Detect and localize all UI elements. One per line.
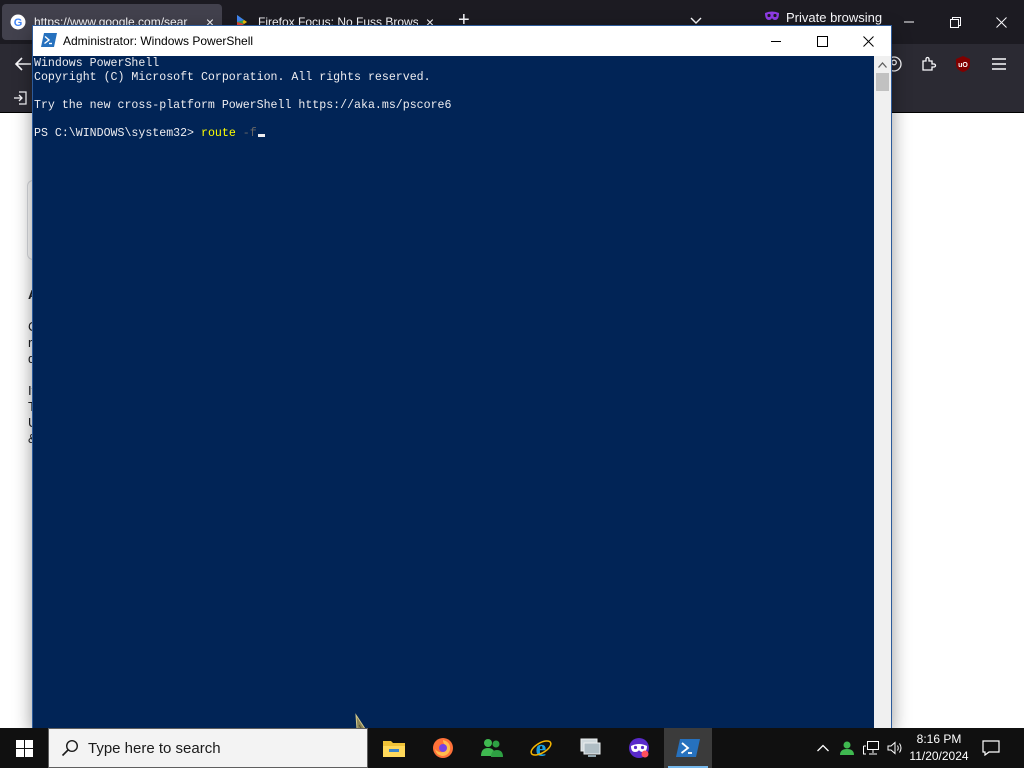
folder-icon xyxy=(383,741,405,757)
console-line: Copyright (C) Microsoft Corporation. All… xyxy=(34,71,431,84)
back-button[interactable] xyxy=(12,54,34,74)
taskbar-people[interactable] xyxy=(468,728,516,768)
network-icon xyxy=(863,741,879,755)
private-browsing-label: Private browsing xyxy=(786,10,883,25)
clock-time: 8:16 PM xyxy=(916,732,962,746)
show-hidden-icons-button[interactable] xyxy=(812,728,834,768)
prompt: PS C:\WINDOWS\system32> xyxy=(34,127,201,140)
private-mask-icon xyxy=(764,10,780,25)
ublock-origin-button[interactable]: uO xyxy=(954,55,972,73)
people-icon xyxy=(481,739,503,757)
notification-icon xyxy=(982,740,1000,756)
taskbar-file-explorer[interactable] xyxy=(370,728,418,768)
command-line[interactable]: PS C:\WINDOWS\system32> route -f xyxy=(34,127,265,141)
scroll-thumb[interactable] xyxy=(876,73,889,91)
parameter-text: -f xyxy=(242,127,257,140)
firefox-private-icon xyxy=(629,738,649,758)
search-icon xyxy=(61,739,79,757)
tray-network[interactable] xyxy=(860,728,882,768)
svg-text:uO: uO xyxy=(958,62,968,69)
taskbar-search-box[interactable]: Type here to search xyxy=(48,728,368,768)
vertical-scrollbar[interactable] xyxy=(874,56,891,728)
powershell-window[interactable]: Administrator: Windows PowerShell Window… xyxy=(33,26,891,728)
speaker-icon xyxy=(887,741,902,755)
taskbar-remote-desktop[interactable] xyxy=(566,728,614,768)
import-icon xyxy=(14,91,27,105)
powershell-icon xyxy=(41,33,57,47)
taskbar-clock[interactable]: 8:16 PM 11/20/2024 xyxy=(906,731,972,765)
minimize-icon xyxy=(904,21,914,23)
close-icon xyxy=(862,35,874,47)
google-icon: G xyxy=(10,14,26,30)
minimize-icon xyxy=(771,41,781,42)
console-line: Windows PowerShell xyxy=(34,57,160,70)
maximize-icon xyxy=(816,35,828,47)
computer-icon xyxy=(580,738,601,757)
person-icon xyxy=(840,741,854,755)
page-text-fragment: r xyxy=(28,335,33,350)
show-desktop-button[interactable] xyxy=(1018,728,1024,768)
tray-people-app[interactable] xyxy=(836,728,858,768)
window-title: Administrator: Windows PowerShell xyxy=(63,34,254,48)
taskbar-firefox-private[interactable] xyxy=(615,728,663,768)
firefox-close-button[interactable] xyxy=(978,0,1024,44)
taskbar-edge[interactable]: e xyxy=(517,728,565,768)
search-placeholder: Type here to search xyxy=(88,739,221,757)
firefox-minimize-button[interactable] xyxy=(886,0,932,44)
action-center-button[interactable] xyxy=(976,728,1006,768)
start-button[interactable] xyxy=(0,728,48,768)
firefox-icon xyxy=(433,738,453,758)
extensions-button[interactable] xyxy=(919,54,939,74)
mouse-pointer xyxy=(353,713,375,728)
powershell-title-bar[interactable]: Administrator: Windows PowerShell xyxy=(33,26,891,56)
taskbar: Type here to search e 8:16 PM 11/20/2024 xyxy=(0,728,1024,768)
hamburger-menu-icon xyxy=(992,58,1006,70)
taskbar-powershell[interactable] xyxy=(664,728,712,768)
menu-button[interactable] xyxy=(990,56,1008,72)
minimize-button[interactable] xyxy=(753,26,799,56)
private-browsing-indicator: Private browsing xyxy=(764,10,882,25)
chevron-up-icon xyxy=(817,744,829,752)
internet-explorer-icon: e xyxy=(530,736,552,760)
tray-volume[interactable] xyxy=(884,728,906,768)
text-cursor xyxy=(257,134,265,137)
puzzle-icon xyxy=(922,56,937,71)
close-button[interactable] xyxy=(845,26,891,56)
import-bookmarks-button[interactable] xyxy=(12,90,28,106)
close-icon xyxy=(995,16,1007,28)
svg-text:e: e xyxy=(536,736,547,760)
svg-text:G: G xyxy=(14,17,23,29)
console-area[interactable]: Windows PowerShell Copyright (C) Microso… xyxy=(33,56,874,728)
ublock-origin-icon: uO xyxy=(956,56,970,72)
powershell-icon xyxy=(676,739,700,757)
clock-date: 11/20/2024 xyxy=(909,749,969,763)
console-line: Try the new cross-platform PowerShell ht… xyxy=(34,99,452,112)
windows-logo-icon xyxy=(15,739,33,757)
firefox-restore-button[interactable] xyxy=(932,0,978,44)
command-text: route xyxy=(200,127,236,140)
restore-icon xyxy=(949,16,961,28)
taskbar-firefox[interactable] xyxy=(419,728,467,768)
chevron-up-icon xyxy=(878,61,887,68)
scroll-up-button[interactable] xyxy=(874,56,891,73)
arrow-left-icon xyxy=(14,57,31,71)
maximize-button[interactable] xyxy=(799,26,845,56)
